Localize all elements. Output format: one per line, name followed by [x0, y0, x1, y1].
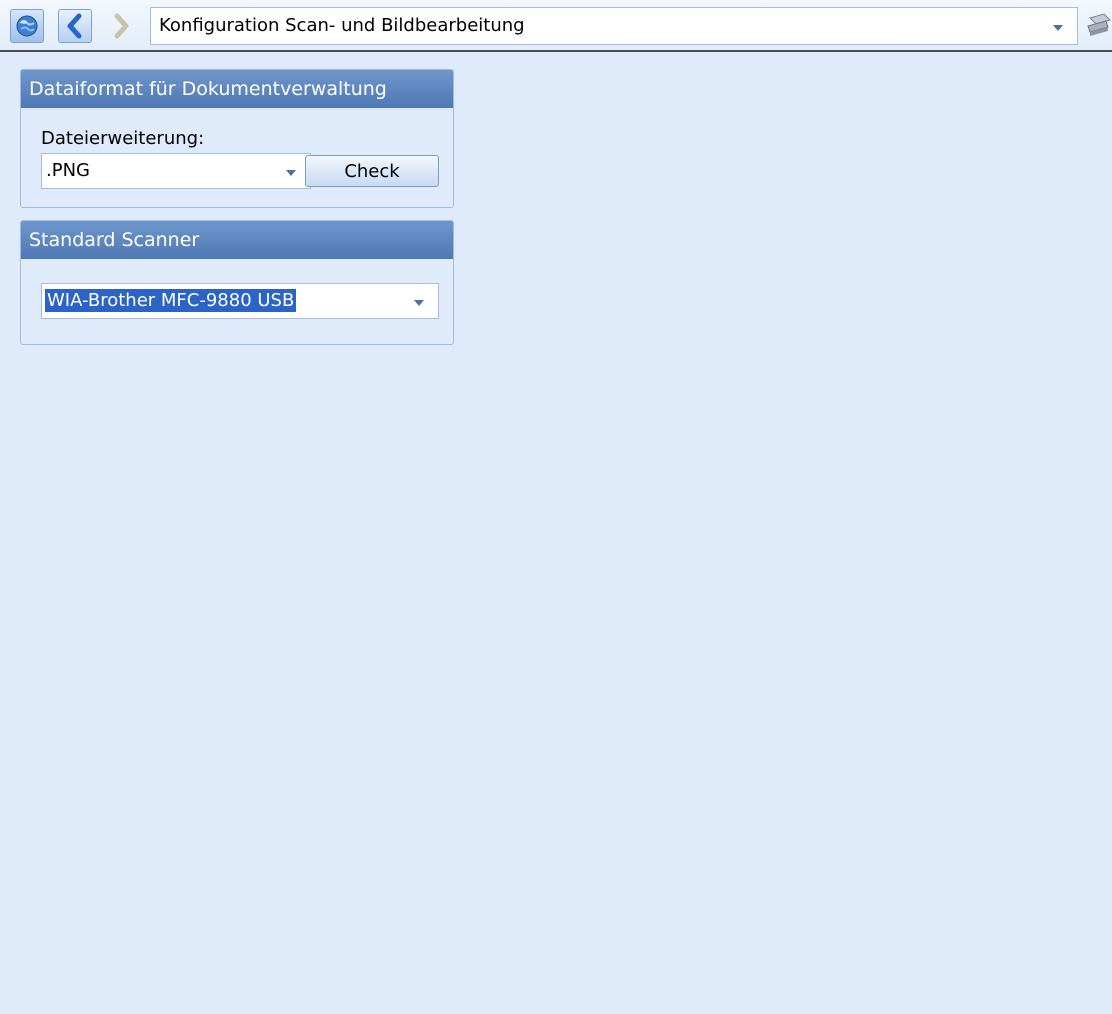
navigation-dropdown[interactable]: Konfiguration Scan- und Bildbearbeitung	[150, 7, 1078, 45]
scanner-tool-button[interactable]	[1084, 10, 1112, 42]
check-button[interactable]: Check	[305, 155, 439, 187]
chevron-down-icon	[414, 300, 424, 306]
file-extension-label: Dateierweiterung:	[41, 128, 205, 149]
chevron-right-icon	[114, 13, 129, 39]
file-format-panel: Dataiformat für Dokumentverwaltung Datei…	[20, 69, 454, 208]
home-button[interactable]	[10, 9, 44, 43]
scanner-tool-icon	[1087, 13, 1111, 36]
scanner-dropdown[interactable]: WIA-Brother MFC-9880 USB	[41, 283, 439, 319]
navigation-toolbar: Konfiguration Scan- und Bildbearbeitung	[0, 0, 1112, 52]
chevron-down-icon	[286, 170, 296, 176]
navigation-title: Konfiguration Scan- und Bildbearbeitung	[159, 15, 525, 36]
standard-scanner-panel-title: Standard Scanner	[21, 221, 453, 259]
forward-button[interactable]	[104, 9, 138, 43]
globe-home-icon	[16, 15, 38, 37]
back-button[interactable]	[58, 9, 92, 43]
standard-scanner-panel: Standard Scanner WIA-Brother MFC-9880 US…	[20, 220, 454, 345]
chevron-down-icon	[1053, 25, 1063, 31]
file-extension-value: .PNG	[46, 160, 90, 181]
chevron-left-icon	[67, 13, 82, 39]
file-extension-dropdown[interactable]: .PNG	[41, 153, 311, 189]
selected-scanner-value: WIA-Brother MFC-9880 USB	[45, 289, 297, 312]
file-format-panel-title: Dataiformat für Dokumentverwaltung	[21, 70, 453, 108]
